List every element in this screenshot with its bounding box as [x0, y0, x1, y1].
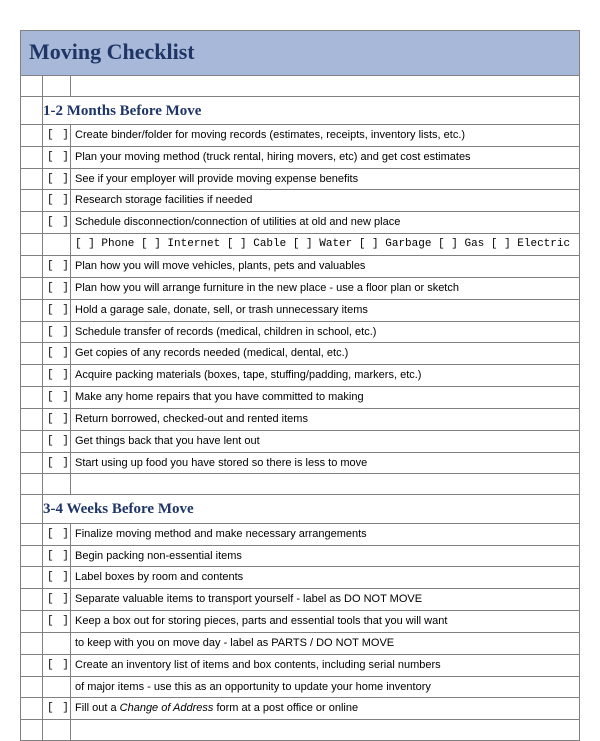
checkbox[interactable]: [ ]: [43, 430, 71, 452]
utilities-sublist[interactable]: [ ] Phone [ ] Internet [ ] Cable [ ] Wat…: [71, 234, 580, 256]
checkbox[interactable]: [ ]: [43, 408, 71, 430]
task-text: Create binder/folder for moving records …: [71, 124, 580, 146]
checkbox[interactable]: [ ]: [43, 299, 71, 321]
checkbox[interactable]: [ ]: [43, 168, 71, 190]
checkbox[interactable]: [ ]: [43, 256, 71, 278]
task-text: Schedule transfer of records (medical, c…: [71, 321, 580, 343]
task-text: Hold a garage sale, donate, sell, or tra…: [71, 299, 580, 321]
checkbox[interactable]: [ ]: [43, 654, 71, 676]
task-text: Fill out a Change of Address form at a p…: [71, 698, 580, 720]
checkbox[interactable]: [ ]: [43, 452, 71, 474]
task-text: Plan how you will move vehicles, plants,…: [71, 256, 580, 278]
task-text: Keep a box out for storing pieces, parts…: [71, 611, 580, 633]
checkbox[interactable]: [ ]: [43, 523, 71, 545]
section-heading: 1-2 Months Before Move: [43, 96, 580, 124]
section-heading: 3-4 Weeks Before Move: [43, 495, 580, 523]
checkbox[interactable]: [ ]: [43, 124, 71, 146]
checkbox[interactable]: [ ]: [43, 698, 71, 720]
task-text-continuation: of major items - use this as an opportun…: [71, 676, 580, 698]
task-text: Get things back that you have lent out: [71, 430, 580, 452]
checkbox[interactable]: [ ]: [43, 545, 71, 567]
checkbox[interactable]: [ ]: [43, 387, 71, 409]
task-text: Acquire packing materials (boxes, tape, …: [71, 365, 580, 387]
task-text: Make any home repairs that you have comm…: [71, 387, 580, 409]
task-text: Plan how you will arrange furniture in t…: [71, 277, 580, 299]
checkbox[interactable]: [ ]: [43, 212, 71, 234]
task-text: Plan your moving method (truck rental, h…: [71, 146, 580, 168]
checkbox[interactable]: [ ]: [43, 343, 71, 365]
task-text: Label boxes by room and contents: [71, 567, 580, 589]
task-text-continuation: to keep with you on move day - label as …: [71, 632, 580, 654]
checkbox[interactable]: [ ]: [43, 146, 71, 168]
task-text: See if your employer will provide moving…: [71, 168, 580, 190]
task-text: Create an inventory list of items and bo…: [71, 654, 580, 676]
checkbox[interactable]: [ ]: [43, 321, 71, 343]
task-text: Research storage facilities if needed: [71, 190, 580, 212]
checkbox[interactable]: [ ]: [43, 567, 71, 589]
task-text: Schedule disconnection/connection of uti…: [71, 212, 580, 234]
task-text: Return borrowed, checked-out and rented …: [71, 408, 580, 430]
task-text: Get copies of any records needed (medica…: [71, 343, 580, 365]
checkbox[interactable]: [ ]: [43, 589, 71, 611]
checklist-table: Moving Checklist1-2 Months Before Move[ …: [20, 30, 580, 741]
page-title: Moving Checklist: [21, 31, 580, 76]
checkbox[interactable]: [ ]: [43, 365, 71, 387]
checkbox[interactable]: [ ]: [43, 190, 71, 212]
task-text: Start using up food you have stored so t…: [71, 452, 580, 474]
checkbox[interactable]: [ ]: [43, 611, 71, 633]
task-text: Begin packing non-essential items: [71, 545, 580, 567]
checkbox[interactable]: [ ]: [43, 277, 71, 299]
task-text: Finalize moving method and make necessar…: [71, 523, 580, 545]
task-text: Separate valuable items to transport you…: [71, 589, 580, 611]
